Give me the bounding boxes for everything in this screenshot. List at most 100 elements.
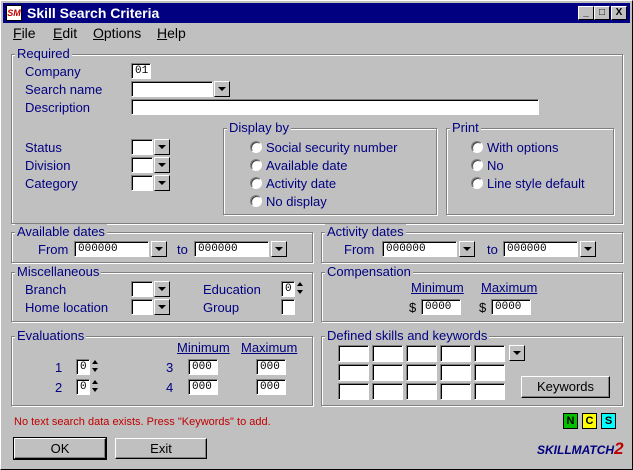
group-label: Group bbox=[203, 300, 240, 315]
activity-to-field[interactable]: 000000 bbox=[503, 241, 578, 257]
evaluation-4-min-field[interactable]: 000 bbox=[188, 379, 218, 395]
maximize-button[interactable]: □ bbox=[594, 6, 610, 20]
evaluation-2-label: 2 bbox=[55, 380, 63, 395]
skill-field[interactable] bbox=[474, 383, 505, 400]
compensation-min-field[interactable]: 0000 bbox=[421, 299, 461, 315]
window-title: Skill Search Criteria bbox=[27, 5, 160, 21]
print-with-options-label: With options bbox=[487, 140, 559, 155]
status-dropdown[interactable] bbox=[154, 139, 170, 155]
evaluations-max-label: Maximum bbox=[241, 340, 298, 355]
badge-c[interactable]: C bbox=[582, 413, 597, 429]
ok-button[interactable]: OK bbox=[13, 437, 107, 460]
evaluation-1-spinner[interactable] bbox=[92, 359, 100, 375]
education-field[interactable]: 0 bbox=[281, 281, 295, 297]
skill-field[interactable] bbox=[338, 383, 369, 400]
menu-help-label: elp bbox=[167, 25, 186, 41]
exit-button[interactable]: Exit bbox=[115, 438, 207, 459]
skill-field[interactable] bbox=[440, 383, 471, 400]
menu-edit[interactable]: Edit bbox=[53, 25, 77, 41]
evaluations-min-label: Minimum bbox=[177, 340, 230, 355]
badge-n[interactable]: N bbox=[563, 413, 578, 429]
skill-field[interactable] bbox=[406, 383, 437, 400]
available-dates-title: Available dates bbox=[15, 224, 107, 239]
display-ssn-label: Social security number bbox=[266, 140, 398, 155]
group-field[interactable] bbox=[281, 299, 295, 315]
print-no-label: No bbox=[487, 158, 504, 173]
search-name-dropdown[interactable] bbox=[214, 81, 230, 97]
skill-field[interactable] bbox=[406, 345, 437, 362]
title-bar[interactable]: SM Skill Search Criteria _ □ X bbox=[3, 3, 630, 23]
evaluation-1-field[interactable]: 0 bbox=[76, 359, 90, 375]
skill-field[interactable] bbox=[372, 383, 403, 400]
badge-s[interactable]: S bbox=[601, 413, 616, 429]
compensation-max-currency: $ bbox=[479, 300, 487, 315]
app-icon[interactable]: SM bbox=[6, 5, 22, 21]
company-field[interactable]: 01 bbox=[131, 63, 151, 79]
skill-field[interactable] bbox=[338, 345, 369, 362]
description-label: Description bbox=[25, 100, 91, 115]
branch-dropdown[interactable] bbox=[154, 281, 170, 297]
print-no-radio[interactable] bbox=[471, 159, 483, 171]
evaluation-4-max-field[interactable]: 000 bbox=[256, 379, 286, 395]
menu-help[interactable]: Help bbox=[157, 25, 186, 41]
evaluation-2-field[interactable]: 0 bbox=[76, 379, 90, 395]
search-name-label: Search name bbox=[25, 82, 103, 97]
skill-field[interactable] bbox=[338, 364, 369, 381]
display-available-radio[interactable] bbox=[250, 159, 262, 171]
skill-field[interactable] bbox=[440, 345, 471, 362]
status-label: Status bbox=[25, 140, 62, 155]
evaluation-3-min-field[interactable]: 000 bbox=[188, 359, 218, 375]
evaluation-2-spinner[interactable] bbox=[92, 379, 100, 395]
print-line-style-radio[interactable] bbox=[471, 177, 483, 189]
close-button[interactable]: X bbox=[611, 6, 627, 20]
minimize-button[interactable]: _ bbox=[578, 6, 594, 20]
home-location-label: Home location bbox=[25, 300, 109, 315]
status-message: No text search data exists. Press "Keywo… bbox=[14, 416, 271, 428]
skill-search-window: SM Skill Search Criteria _ □ X File Edit… bbox=[0, 0, 633, 470]
category-field[interactable] bbox=[131, 175, 153, 191]
skill-field[interactable] bbox=[372, 364, 403, 381]
activity-from-field[interactable]: 000000 bbox=[382, 241, 457, 257]
display-activity-radio[interactable] bbox=[250, 177, 262, 189]
division-field[interactable] bbox=[131, 157, 153, 173]
available-to-field[interactable]: 000000 bbox=[194, 241, 269, 257]
skill-field[interactable] bbox=[372, 345, 403, 362]
menu-file[interactable]: File bbox=[13, 25, 36, 41]
home-location-dropdown[interactable] bbox=[154, 299, 170, 315]
status-field[interactable] bbox=[131, 139, 153, 155]
skill-field[interactable] bbox=[406, 364, 437, 381]
education-spinner[interactable] bbox=[297, 281, 305, 297]
menu-options[interactable]: Options bbox=[93, 25, 141, 41]
skill-field[interactable] bbox=[474, 364, 505, 381]
keywords-button[interactable]: Keywords bbox=[521, 376, 610, 398]
skills-dropdown[interactable] bbox=[509, 345, 525, 361]
search-name-field[interactable] bbox=[131, 81, 213, 97]
menu-edit-mnemonic: E bbox=[53, 25, 63, 41]
skill-field[interactable] bbox=[440, 364, 471, 381]
category-dropdown[interactable] bbox=[154, 175, 170, 191]
available-from-field[interactable]: 000000 bbox=[74, 241, 149, 257]
display-available-label: Available date bbox=[266, 158, 348, 173]
description-field[interactable] bbox=[131, 99, 539, 115]
menu-file-mnemonic: F bbox=[13, 25, 22, 41]
menu-edit-label: dit bbox=[62, 25, 78, 41]
available-from-dropdown[interactable] bbox=[151, 241, 167, 257]
display-ssn-radio[interactable] bbox=[250, 141, 262, 153]
print-line-style-label: Line style default bbox=[487, 176, 585, 191]
branch-label: Branch bbox=[25, 282, 67, 297]
home-location-field[interactable] bbox=[131, 299, 153, 315]
compensation-min-label: Minimum bbox=[411, 280, 464, 295]
display-none-radio[interactable] bbox=[250, 195, 262, 207]
menu-options-mnemonic: O bbox=[93, 25, 104, 41]
branch-field[interactable] bbox=[131, 281, 153, 297]
activity-from-dropdown[interactable] bbox=[459, 241, 475, 257]
division-dropdown[interactable] bbox=[154, 157, 170, 173]
skill-field[interactable] bbox=[474, 345, 505, 362]
available-from-label: From bbox=[38, 242, 69, 257]
activity-to-label: to bbox=[487, 242, 498, 257]
compensation-max-field[interactable]: 0000 bbox=[491, 299, 531, 315]
evaluation-3-max-field[interactable]: 000 bbox=[256, 359, 286, 375]
available-to-dropdown[interactable] bbox=[271, 241, 287, 257]
print-with-options-radio[interactable] bbox=[471, 141, 483, 153]
activity-to-dropdown[interactable] bbox=[580, 241, 596, 257]
